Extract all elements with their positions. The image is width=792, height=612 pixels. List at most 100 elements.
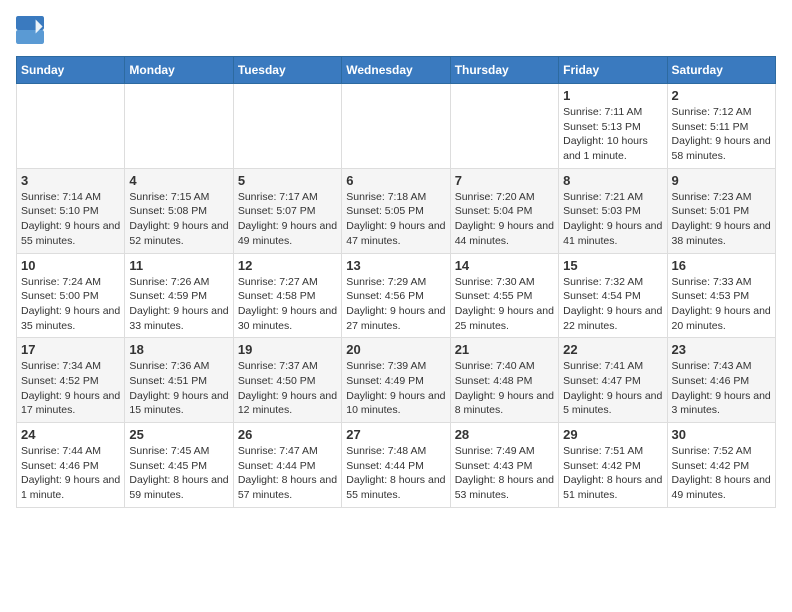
- calendar-cell: 24 Sunrise: 7:44 AM Sunset: 4:46 PM Dayli…: [17, 423, 125, 508]
- calendar-table: SundayMondayTuesdayWednesdayThursdayFrid…: [16, 56, 776, 508]
- day-number: 18: [129, 342, 228, 357]
- weekday-header-thursday: Thursday: [450, 57, 558, 84]
- day-number: 3: [21, 173, 120, 188]
- calendar-cell: 12 Sunrise: 7:27 AM Sunset: 4:58 PM Dayli…: [233, 253, 341, 338]
- day-number: 20: [346, 342, 445, 357]
- calendar-cell: 1Sunrise: 7:11 AM Sunset: 5:13 PM Daylig…: [559, 84, 667, 169]
- day-number: 28: [455, 427, 554, 442]
- day-info: Sunrise: 7:33 AM Sunset: 4:53 PM Dayligh…: [672, 275, 771, 334]
- day-number: 16: [672, 258, 771, 273]
- day-number: 9: [672, 173, 771, 188]
- calendar-cell: 16 Sunrise: 7:33 AM Sunset: 4:53 PM Dayli…: [667, 253, 775, 338]
- calendar-cell: 2Sunrise: 7:12 AM Sunset: 5:11 PM Daylig…: [667, 84, 775, 169]
- calendar-cell: 3Sunrise: 7:14 AM Sunset: 5:10 PM Daylig…: [17, 168, 125, 253]
- weekday-header-friday: Friday: [559, 57, 667, 84]
- weekday-header-saturday: Saturday: [667, 57, 775, 84]
- day-number: 23: [672, 342, 771, 357]
- week-row-3: 10Sunrise: 7:24 AM Sunset: 5:00 PM Dayli…: [17, 253, 776, 338]
- calendar-cell: 22 Sunrise: 7:41 AM Sunset: 4:47 PM Dayli…: [559, 338, 667, 423]
- week-row-4: 17Sunrise: 7:34 AM Sunset: 4:52 PM Dayli…: [17, 338, 776, 423]
- logo: [16, 16, 48, 44]
- calendar-cell: 19 Sunrise: 7:37 AM Sunset: 4:50 PM Dayli…: [233, 338, 341, 423]
- day-info: Sunrise: 7:18 AM Sunset: 5:05 PM Dayligh…: [346, 190, 445, 249]
- day-number: 26: [238, 427, 337, 442]
- day-number: 7: [455, 173, 554, 188]
- calendar-cell: 9 Sunrise: 7:23 AM Sunset: 5:01 PM Daylig…: [667, 168, 775, 253]
- day-info: Sunrise: 7:43 AM Sunset: 4:46 PM Dayligh…: [672, 359, 771, 418]
- calendar-cell: 14 Sunrise: 7:30 AM Sunset: 4:55 PM Dayli…: [450, 253, 558, 338]
- day-info: Sunrise: 7:36 AM Sunset: 4:51 PM Dayligh…: [129, 359, 228, 418]
- weekday-header-monday: Monday: [125, 57, 233, 84]
- day-info: Sunrise: 7:52 AM Sunset: 4:42 PM Dayligh…: [672, 444, 771, 503]
- calendar-cell: 29 Sunrise: 7:51 AM Sunset: 4:42 PM Dayli…: [559, 423, 667, 508]
- day-info: Sunrise: 7:34 AM Sunset: 4:52 PM Dayligh…: [21, 359, 120, 418]
- day-info: Sunrise: 7:45 AM Sunset: 4:45 PM Dayligh…: [129, 444, 228, 503]
- day-info: Sunrise: 7:24 AM Sunset: 5:00 PM Dayligh…: [21, 275, 120, 334]
- calendar-cell: 23 Sunrise: 7:43 AM Sunset: 4:46 PM Dayli…: [667, 338, 775, 423]
- day-number: 24: [21, 427, 120, 442]
- day-number: 4: [129, 173, 228, 188]
- logo-icon: [16, 16, 44, 44]
- calendar-cell: 27 Sunrise: 7:48 AM Sunset: 4:44 PM Dayli…: [342, 423, 450, 508]
- calendar-cell: [450, 84, 558, 169]
- calendar-cell: 5 Sunrise: 7:17 AM Sunset: 5:07 PM Daylig…: [233, 168, 341, 253]
- day-info: Sunrise: 7:30 AM Sunset: 4:55 PM Dayligh…: [455, 275, 554, 334]
- day-info: Sunrise: 7:32 AM Sunset: 4:54 PM Dayligh…: [563, 275, 662, 334]
- weekday-header-sunday: Sunday: [17, 57, 125, 84]
- day-info: Sunrise: 7:44 AM Sunset: 4:46 PM Dayligh…: [21, 444, 120, 503]
- day-number: 19: [238, 342, 337, 357]
- day-info: Sunrise: 7:20 AM Sunset: 5:04 PM Dayligh…: [455, 190, 554, 249]
- day-info: Sunrise: 7:27 AM Sunset: 4:58 PM Dayligh…: [238, 275, 337, 334]
- calendar-cell: [342, 84, 450, 169]
- calendar-cell: 11 Sunrise: 7:26 AM Sunset: 4:59 PM Dayli…: [125, 253, 233, 338]
- day-number: 6: [346, 173, 445, 188]
- day-info: Sunrise: 7:51 AM Sunset: 4:42 PM Dayligh…: [563, 444, 662, 503]
- day-number: 14: [455, 258, 554, 273]
- day-number: 5: [238, 173, 337, 188]
- calendar-cell: 4 Sunrise: 7:15 AM Sunset: 5:08 PM Daylig…: [125, 168, 233, 253]
- calendar-cell: 30Sunrise: 7:52 AM Sunset: 4:42 PM Dayli…: [667, 423, 775, 508]
- week-row-5: 24 Sunrise: 7:44 AM Sunset: 4:46 PM Dayli…: [17, 423, 776, 508]
- day-info: Sunrise: 7:37 AM Sunset: 4:50 PM Dayligh…: [238, 359, 337, 418]
- day-info: Sunrise: 7:48 AM Sunset: 4:44 PM Dayligh…: [346, 444, 445, 503]
- day-number: 8: [563, 173, 662, 188]
- day-number: 1: [563, 88, 662, 103]
- day-number: 29: [563, 427, 662, 442]
- day-number: 22: [563, 342, 662, 357]
- calendar-cell: 26 Sunrise: 7:47 AM Sunset: 4:44 PM Dayli…: [233, 423, 341, 508]
- calendar-cell: 28Sunrise: 7:49 AM Sunset: 4:43 PM Dayli…: [450, 423, 558, 508]
- calendar-cell: [233, 84, 341, 169]
- page-container: SundayMondayTuesdayWednesdayThursdayFrid…: [16, 16, 776, 508]
- week-row-1: 1Sunrise: 7:11 AM Sunset: 5:13 PM Daylig…: [17, 84, 776, 169]
- day-info: Sunrise: 7:21 AM Sunset: 5:03 PM Dayligh…: [563, 190, 662, 249]
- day-info: Sunrise: 7:47 AM Sunset: 4:44 PM Dayligh…: [238, 444, 337, 503]
- day-info: Sunrise: 7:29 AM Sunset: 4:56 PM Dayligh…: [346, 275, 445, 334]
- day-info: Sunrise: 7:39 AM Sunset: 4:49 PM Dayligh…: [346, 359, 445, 418]
- day-info: Sunrise: 7:15 AM Sunset: 5:08 PM Dayligh…: [129, 190, 228, 249]
- calendar-cell: 10Sunrise: 7:24 AM Sunset: 5:00 PM Dayli…: [17, 253, 125, 338]
- day-number: 27: [346, 427, 445, 442]
- weekday-header-wednesday: Wednesday: [342, 57, 450, 84]
- calendar-cell: 13 Sunrise: 7:29 AM Sunset: 4:56 PM Dayli…: [342, 253, 450, 338]
- calendar-cell: 8 Sunrise: 7:21 AM Sunset: 5:03 PM Daylig…: [559, 168, 667, 253]
- calendar-cell: 7 Sunrise: 7:20 AM Sunset: 5:04 PM Daylig…: [450, 168, 558, 253]
- day-number: 12: [238, 258, 337, 273]
- calendar-cell: [125, 84, 233, 169]
- day-info: Sunrise: 7:17 AM Sunset: 5:07 PM Dayligh…: [238, 190, 337, 249]
- day-number: 11: [129, 258, 228, 273]
- calendar-cell: [17, 84, 125, 169]
- day-number: 13: [346, 258, 445, 273]
- day-info: Sunrise: 7:26 AM Sunset: 4:59 PM Dayligh…: [129, 275, 228, 334]
- day-info: Sunrise: 7:41 AM Sunset: 4:47 PM Dayligh…: [563, 359, 662, 418]
- header-section: [16, 16, 776, 44]
- day-info: Sunrise: 7:23 AM Sunset: 5:01 PM Dayligh…: [672, 190, 771, 249]
- day-info: Sunrise: 7:12 AM Sunset: 5:11 PM Dayligh…: [672, 105, 771, 164]
- calendar-cell: 6 Sunrise: 7:18 AM Sunset: 5:05 PM Daylig…: [342, 168, 450, 253]
- weekday-header-row: SundayMondayTuesdayWednesdayThursdayFrid…: [17, 57, 776, 84]
- week-row-2: 3Sunrise: 7:14 AM Sunset: 5:10 PM Daylig…: [17, 168, 776, 253]
- calendar-cell: 17Sunrise: 7:34 AM Sunset: 4:52 PM Dayli…: [17, 338, 125, 423]
- day-number: 21: [455, 342, 554, 357]
- calendar-cell: 15 Sunrise: 7:32 AM Sunset: 4:54 PM Dayli…: [559, 253, 667, 338]
- day-info: Sunrise: 7:40 AM Sunset: 4:48 PM Dayligh…: [455, 359, 554, 418]
- day-number: 15: [563, 258, 662, 273]
